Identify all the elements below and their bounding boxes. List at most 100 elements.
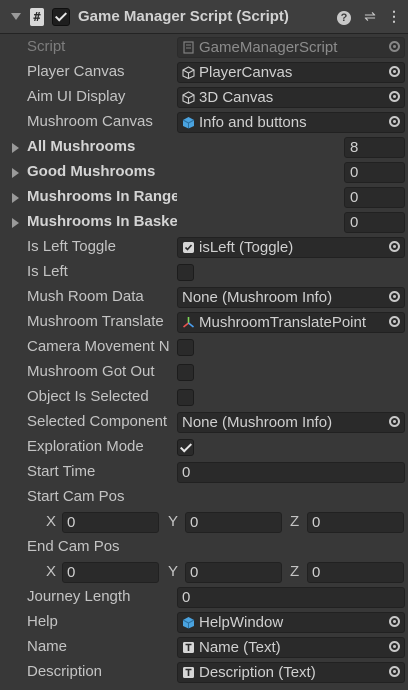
- field-mushrooms-in-range[interactable]: Mushrooms In Range 0: [0, 185, 408, 210]
- start-time-input[interactable]: 0: [177, 462, 405, 483]
- object-picker-icon[interactable]: [389, 316, 400, 327]
- field-mushroom-got-out: Mushroom Got Out: [0, 360, 408, 385]
- foldout-arrow-icon[interactable]: [11, 13, 21, 20]
- x-label[interactable]: X: [46, 513, 56, 530]
- object-picker-icon[interactable]: [389, 666, 400, 677]
- field-exploration-mode: Exploration Mode: [0, 435, 408, 460]
- array-size-field[interactable]: 8: [344, 137, 405, 158]
- object-is-selected-checkbox[interactable]: [177, 389, 194, 406]
- field-label: Object Is Selected: [27, 388, 149, 405]
- object-picker-icon[interactable]: [389, 66, 400, 77]
- foldout-arrow-icon[interactable]: [12, 193, 19, 203]
- field-mushrooms-in-basket[interactable]: Mushrooms In Basket 0: [0, 210, 408, 235]
- component-enabled-toggle[interactable]: [52, 8, 70, 26]
- y-label[interactable]: Y: [168, 513, 178, 530]
- selected-component-field[interactable]: None (Mushroom Info): [177, 412, 405, 433]
- object-picker-icon[interactable]: [389, 116, 400, 127]
- mush-room-data-field[interactable]: None (Mushroom Info): [177, 287, 405, 308]
- field-label: Mushroom Canvas: [27, 113, 153, 130]
- field-label: Journey Length: [27, 588, 131, 605]
- field-all-mushrooms[interactable]: All Mushrooms 8: [0, 135, 408, 160]
- field-label: Start Time: [27, 463, 96, 480]
- component-title: Game Manager Script (Script): [78, 8, 289, 25]
- mushroom-canvas-field[interactable]: Info and buttons: [177, 112, 405, 133]
- start-cam-pos-y-input[interactable]: 0: [185, 512, 282, 533]
- foldout-arrow-icon[interactable]: [12, 218, 19, 228]
- start-cam-pos-x-input[interactable]: 0: [62, 512, 159, 533]
- foldout-arrow-icon[interactable]: [12, 168, 19, 178]
- help-icon[interactable]: ?: [336, 8, 352, 25]
- field-label: Selected Component: [27, 413, 168, 430]
- is-left-toggle-field[interactable]: isLeft (Toggle): [177, 237, 405, 258]
- description-field[interactable]: Description (Text): [177, 662, 405, 683]
- player-canvas-field[interactable]: PlayerCanvas: [177, 62, 405, 83]
- field-aim-ui-display: Aim UI Display 3D Canvas: [0, 85, 408, 110]
- array-size-field[interactable]: 0: [344, 212, 405, 233]
- start-cam-pos-z-input[interactable]: 0: [307, 512, 404, 533]
- script-icon: #: [30, 8, 44, 26]
- field-label: Camera Movement N: [27, 338, 170, 355]
- more-icon[interactable]: ⋮: [386, 8, 402, 24]
- field-label: Is Left Toggle: [27, 238, 116, 255]
- object-picker-icon[interactable]: [389, 616, 400, 627]
- exploration-mode-checkbox[interactable]: [177, 439, 194, 456]
- field-camera-movement: Camera Movement N: [0, 335, 408, 360]
- end-cam-pos-y-input[interactable]: 0: [185, 562, 282, 583]
- camera-movement-checkbox[interactable]: [177, 339, 194, 356]
- field-label: Mushroom Translate: [27, 313, 164, 330]
- field-journey-length: Journey Length 0: [0, 585, 408, 610]
- object-picker-icon[interactable]: [389, 416, 400, 427]
- field-label: Description: [27, 663, 103, 680]
- z-label[interactable]: Z: [290, 513, 299, 530]
- field-label: Script: [27, 38, 66, 55]
- help-field[interactable]: HelpWindow: [177, 612, 405, 633]
- end-cam-pos-vector: X 0 Y 0 Z 0: [0, 560, 408, 585]
- prefab-icon: [182, 117, 195, 129]
- field-label: End Cam Pos: [27, 538, 120, 555]
- field-label: Name: [27, 638, 68, 655]
- is-left-checkbox[interactable]: [177, 264, 194, 281]
- mushroom-got-out-checkbox[interactable]: [177, 364, 194, 381]
- object-picker-icon[interactable]: [389, 641, 400, 652]
- field-mush-room-data: Mush Room Data None (Mushroom Info): [0, 285, 408, 310]
- script-field: GameManagerScript: [177, 37, 405, 58]
- end-cam-pos-x-input[interactable]: 0: [62, 562, 159, 583]
- field-label: Aim UI Display: [27, 88, 126, 105]
- object-picker-icon[interactable]: [389, 291, 400, 302]
- array-size-field[interactable]: 0: [344, 187, 405, 208]
- object-picker-icon: [389, 41, 400, 52]
- journey-length-input[interactable]: 0: [177, 587, 405, 608]
- field-mushroom-translate: Mushroom Translate MushroomTranslatePoin…: [0, 310, 408, 335]
- object-picker-icon[interactable]: [389, 241, 400, 252]
- y-label[interactable]: Y: [168, 563, 178, 580]
- array-size-field[interactable]: 0: [344, 162, 405, 183]
- transform-icon: [183, 317, 194, 328]
- field-label: Start Cam Pos: [27, 488, 125, 505]
- foldout-arrow-icon[interactable]: [12, 143, 19, 153]
- field-mushroom-canvas: Mushroom Canvas Info and buttons: [0, 110, 408, 135]
- x-label[interactable]: X: [46, 563, 56, 580]
- field-label: Help: [27, 613, 58, 630]
- name-field[interactable]: Name (Text): [177, 637, 405, 658]
- script-file-icon: [183, 41, 194, 54]
- field-player-canvas: Player Canvas PlayerCanvas: [0, 60, 408, 85]
- field-good-mushrooms[interactable]: Good Mushrooms 0: [0, 160, 408, 185]
- field-label: Is Left: [27, 263, 68, 280]
- mushroom-translate-field[interactable]: MushroomTranslatePoint: [177, 312, 405, 333]
- aim-ui-display-field[interactable]: 3D Canvas: [177, 87, 405, 108]
- presets-icon[interactable]: ⇌: [362, 8, 378, 24]
- field-selected-component: Selected Component None (Mushroom Info): [0, 410, 408, 435]
- field-is-left-toggle: Is Left Toggle isLeft (Toggle): [0, 235, 408, 260]
- z-label[interactable]: Z: [290, 563, 299, 580]
- field-label: Mushrooms In Range: [27, 188, 177, 205]
- field-end-cam-pos: End Cam Pos: [0, 535, 408, 560]
- field-is-left: Is Left: [0, 260, 408, 285]
- field-start-cam-pos: Start Cam Pos: [0, 485, 408, 510]
- field-name: Name Name (Text): [0, 635, 408, 660]
- gameobject-icon: [182, 91, 195, 104]
- field-script: Script GameManagerScript: [0, 35, 408, 60]
- end-cam-pos-z-input[interactable]: 0: [307, 562, 404, 583]
- text-component-icon: [183, 667, 194, 678]
- prefab-icon: [182, 617, 195, 629]
- object-picker-icon[interactable]: [389, 91, 400, 102]
